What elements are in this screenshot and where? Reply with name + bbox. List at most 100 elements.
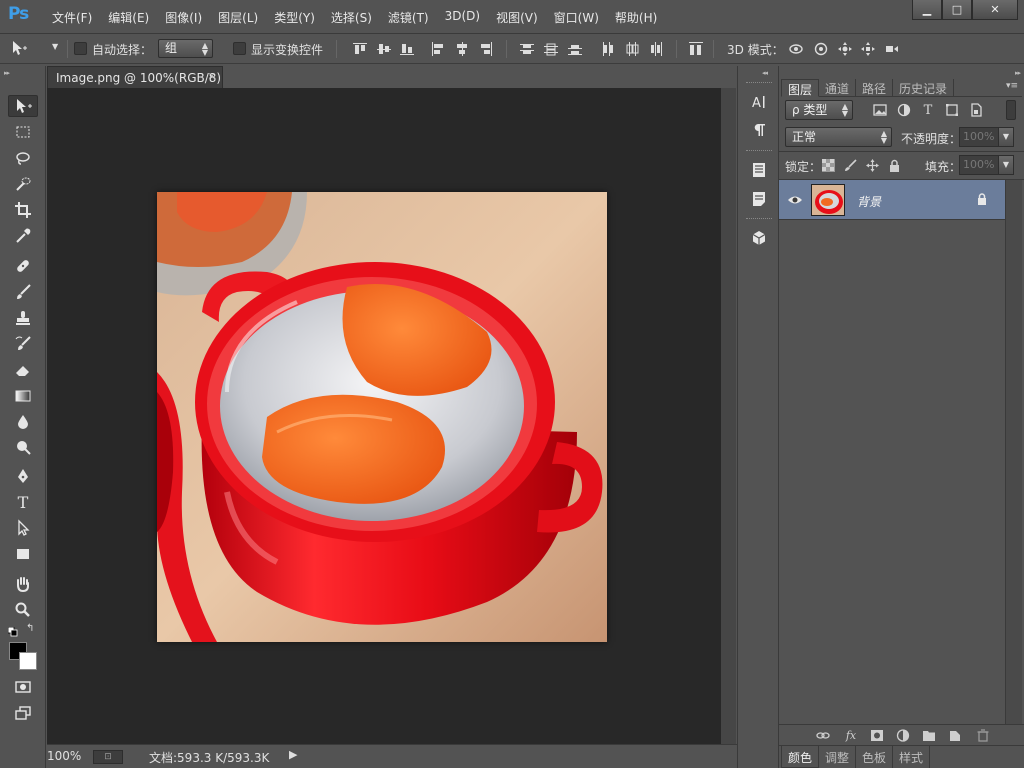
default-colors-icon[interactable] bbox=[7, 626, 18, 637]
crop-tool[interactable] bbox=[8, 199, 38, 221]
auto-select-target-select[interactable]: 组 ▲ ▼ bbox=[158, 39, 213, 58]
filter-shape-icon[interactable] bbox=[944, 102, 960, 118]
auto-select-checkbox[interactable] bbox=[74, 42, 87, 55]
status-menu-arrow[interactable]: ▶ bbox=[289, 748, 297, 761]
align-vertical-center-icon[interactable] bbox=[377, 42, 391, 56]
tab-styles[interactable]: 样式 bbox=[893, 746, 931, 768]
align-right-icon[interactable] bbox=[479, 42, 493, 56]
dodge-tool[interactable] bbox=[8, 437, 38, 459]
distribute-top-icon[interactable] bbox=[520, 42, 534, 56]
tab-swatches[interactable]: 色板 bbox=[856, 746, 894, 768]
eye-icon[interactable] bbox=[787, 192, 803, 208]
3d-roll-icon[interactable] bbox=[814, 42, 832, 56]
lasso-tool[interactable] bbox=[8, 147, 38, 169]
healing-brush-tool[interactable] bbox=[8, 255, 38, 277]
canvas-vertical-scrollbar[interactable] bbox=[721, 88, 736, 744]
new-adjustment-layer-icon[interactable] bbox=[895, 728, 911, 742]
quick-mask-button[interactable] bbox=[8, 676, 38, 698]
panel-grip[interactable] bbox=[746, 150, 772, 152]
paragraph-panel-button[interactable] bbox=[746, 118, 772, 142]
minimize-button[interactable]: ▁ bbox=[912, 0, 942, 20]
filter-adjustment-icon[interactable] bbox=[896, 102, 912, 118]
panel-grip[interactable] bbox=[746, 82, 772, 84]
new-group-icon[interactable] bbox=[921, 728, 937, 742]
distribute-vertical-center-icon[interactable] bbox=[544, 42, 558, 56]
menu-layer[interactable]: 图层(L) bbox=[210, 9, 266, 26]
move-tool[interactable] bbox=[8, 95, 38, 117]
canvas-image[interactable] bbox=[157, 192, 607, 642]
distribute-bottom-icon[interactable] bbox=[568, 42, 582, 56]
add-mask-icon[interactable] bbox=[869, 728, 885, 742]
tab-layers[interactable]: 图层 bbox=[781, 79, 820, 97]
quick-selection-tool[interactable] bbox=[8, 173, 38, 195]
tab-paths[interactable]: 路径 bbox=[856, 79, 894, 97]
screen-mode-button[interactable] bbox=[8, 702, 38, 724]
opacity-input[interactable]: 100% bbox=[959, 127, 999, 147]
filter-pixel-icon[interactable] bbox=[872, 102, 888, 118]
canvas-workspace[interactable] bbox=[47, 88, 721, 744]
notes-panel-button[interactable] bbox=[746, 187, 772, 211]
menu-edit[interactable]: 编辑(E) bbox=[100, 9, 157, 26]
3d-rotate-icon[interactable] bbox=[789, 42, 807, 56]
fill-input[interactable]: 100% bbox=[959, 155, 999, 175]
lock-all-icon[interactable] bbox=[887, 158, 901, 172]
tab-adjustments[interactable]: 调整 bbox=[819, 746, 857, 768]
brush-tool[interactable] bbox=[8, 281, 38, 303]
filter-smart-object-icon[interactable] bbox=[968, 102, 984, 118]
new-layer-icon[interactable] bbox=[947, 728, 963, 742]
menu-file[interactable]: 文件(F) bbox=[44, 9, 100, 26]
document-tab[interactable]: Image.png @ 100%(RGB/8) × bbox=[47, 66, 223, 88]
clone-stamp-tool[interactable] bbox=[8, 307, 38, 329]
lock-position-icon[interactable] bbox=[865, 158, 879, 172]
rectangle-tool[interactable] bbox=[8, 543, 38, 565]
lock-transparent-pixels-icon[interactable] bbox=[821, 158, 835, 172]
menu-select[interactable]: 选择(S) bbox=[323, 9, 380, 26]
distribute-right-icon[interactable] bbox=[649, 42, 663, 56]
tool-preset-picker[interactable] bbox=[4, 37, 34, 59]
close-button[interactable]: ✕ bbox=[972, 0, 1018, 20]
align-horizontal-center-icon[interactable] bbox=[455, 42, 469, 56]
swap-colors-icon[interactable]: ↰ bbox=[26, 623, 34, 634]
collapse-dock-icon[interactable]: ◂◂ bbox=[762, 69, 768, 77]
tab-history[interactable]: 历史记录 bbox=[893, 79, 955, 97]
align-bottom-icon[interactable] bbox=[400, 42, 414, 56]
menu-3d[interactable]: 3D(D) bbox=[437, 9, 488, 26]
collapse-tools-icon[interactable]: ▸▸ bbox=[4, 69, 10, 77]
3d-slide-icon[interactable] bbox=[861, 42, 879, 56]
auto-align-layers-icon[interactable] bbox=[689, 42, 703, 56]
maximize-button[interactable]: □ bbox=[942, 0, 972, 20]
3d-scale-icon[interactable] bbox=[885, 42, 903, 56]
preset-dropdown-arrow[interactable]: ▼ bbox=[52, 42, 58, 51]
tab-channels[interactable]: 通道 bbox=[819, 79, 857, 97]
align-top-icon[interactable] bbox=[353, 42, 367, 56]
eraser-tool[interactable] bbox=[8, 359, 38, 381]
menu-image[interactable]: 图像(I) bbox=[157, 9, 210, 26]
distribute-horizontal-center-icon[interactable] bbox=[625, 42, 639, 56]
gradient-tool[interactable] bbox=[8, 385, 38, 407]
eyedropper-tool[interactable] bbox=[8, 225, 38, 247]
type-tool[interactable]: T bbox=[8, 491, 38, 513]
trash-icon[interactable] bbox=[975, 728, 991, 742]
pen-tool[interactable] bbox=[8, 465, 38, 487]
layer-filter-select[interactable]: ρ 类型 ▲ ▼ bbox=[785, 100, 853, 120]
layer-name[interactable]: 背景 bbox=[857, 193, 881, 210]
layers-scrollbar[interactable] bbox=[1005, 180, 1022, 724]
zoom-level[interactable]: 100% bbox=[47, 749, 81, 763]
menu-filter[interactable]: 滤镜(T) bbox=[380, 9, 437, 26]
link-layers-icon[interactable] bbox=[815, 728, 831, 742]
hand-tool[interactable] bbox=[8, 573, 38, 595]
filter-type-icon[interactable]: T bbox=[920, 102, 936, 118]
distribute-left-icon[interactable] bbox=[601, 42, 615, 56]
fill-dropdown[interactable]: ▼ bbox=[998, 155, 1014, 175]
character-panel-button[interactable]: A bbox=[746, 90, 772, 114]
properties-panel-button[interactable] bbox=[746, 158, 772, 182]
menu-view[interactable]: 视图(V) bbox=[488, 9, 546, 26]
3d-pan-icon[interactable] bbox=[838, 42, 856, 56]
marquee-tool[interactable] bbox=[8, 121, 38, 143]
zoom-tool[interactable] bbox=[8, 599, 38, 621]
path-selection-tool[interactable] bbox=[8, 517, 38, 539]
align-left-icon[interactable] bbox=[431, 42, 445, 56]
status-view-icon[interactable]: ⊡ bbox=[93, 750, 123, 764]
layer-row[interactable]: 背景 bbox=[779, 180, 1005, 220]
lock-image-pixels-icon[interactable] bbox=[843, 158, 857, 172]
